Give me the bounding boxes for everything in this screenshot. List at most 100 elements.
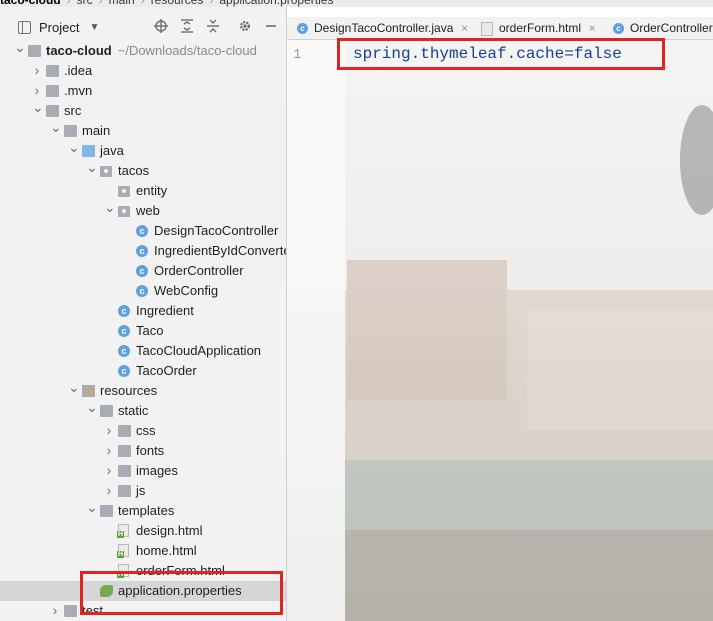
chevron-down-icon[interactable]: ⌄ xyxy=(104,200,116,221)
source-folder-icon xyxy=(82,145,95,157)
tree-item[interactable]: c TacoOrder xyxy=(0,361,286,381)
chevron-right-icon[interactable]: › xyxy=(104,441,114,461)
chevron-right-icon[interactable]: › xyxy=(104,481,114,501)
tree-item[interactable]: c WebConfig xyxy=(0,281,286,301)
tree-item[interactable]: c IngredientByIdConverter xyxy=(0,241,286,261)
tree-item[interactable]: c Ingredient xyxy=(0,301,286,321)
editor-pane[interactable]: 1 spring.thymeleaf.cache=false xyxy=(287,40,713,621)
tree-item-label: templates xyxy=(118,503,175,518)
resources-folder-icon xyxy=(82,385,95,397)
class-icon: c xyxy=(118,305,130,317)
chevron-down-icon[interactable]: ⌄ xyxy=(14,40,26,61)
tree-item[interactable]: ⌄ templates xyxy=(0,500,286,521)
tree-item[interactable]: ⌄ taco-cloud ~/Downloads/taco-cloud xyxy=(0,40,286,61)
locate-icon[interactable] xyxy=(152,17,170,35)
tree-item-label: OrderController xyxy=(154,263,244,278)
breadcrumb-item[interactable]: src xyxy=(77,0,93,7)
tree-item-text: IngredientByIdConverter xyxy=(154,241,286,261)
tree-item[interactable]: design.html xyxy=(0,521,286,541)
tree-item[interactable]: ⌄ static xyxy=(0,400,286,421)
collapse-all-icon[interactable] xyxy=(204,17,222,35)
tree-item-text: Taco xyxy=(136,321,163,341)
chevron-right-icon[interactable]: › xyxy=(104,421,114,441)
tree-item[interactable]: c TacoCloudApplication xyxy=(0,341,286,361)
tree-item[interactable]: ⌄ web xyxy=(0,200,286,221)
tree-item[interactable]: › css xyxy=(0,421,286,441)
tree-item-text: resources xyxy=(100,381,157,401)
project-panel: Project ▼ ⌄ taco-cloud ~/Downloads/taco-cl… xyxy=(0,7,287,621)
editor-tab[interactable]: orderForm.html × xyxy=(481,17,595,39)
tree-item-text: home.html xyxy=(136,541,197,561)
breadcrumb-item[interactable]: taco-cloud xyxy=(0,0,61,7)
project-panel-title[interactable]: Project xyxy=(39,20,79,35)
tree-item-label: main xyxy=(82,123,111,138)
chevron-right-icon[interactable]: › xyxy=(50,601,60,621)
tree-item-label: java xyxy=(100,143,124,158)
expand-all-icon[interactable] xyxy=(178,17,196,35)
highlight-code xyxy=(337,38,665,70)
chevron-down-icon[interactable]: ▼ xyxy=(89,22,99,33)
minimize-icon[interactable] xyxy=(262,17,280,35)
editor-tab[interactable]: c DesignTacoController.java × xyxy=(297,17,468,39)
tree-item-text: fonts xyxy=(136,441,164,461)
tree-item[interactable]: c Taco xyxy=(0,321,286,341)
tree-item-text: TacoOrder xyxy=(136,361,197,381)
breadcrumb-item[interactable]: resources xyxy=(151,0,204,7)
tree-item[interactable]: entity xyxy=(0,181,286,201)
tree-item[interactable]: ⌄ src xyxy=(0,100,286,121)
highlight-file xyxy=(80,571,283,615)
tree-item-text: web xyxy=(136,201,160,221)
tree-item[interactable]: home.html xyxy=(0,541,286,561)
breadcrumb-separator: › xyxy=(66,0,71,7)
gear-icon[interactable] xyxy=(236,17,254,35)
tree-item[interactable]: › .idea xyxy=(0,61,286,81)
tree-item-label: Ingredient xyxy=(136,303,194,318)
chevron-right-icon[interactable]: › xyxy=(32,81,42,101)
tree-item-label: static xyxy=(118,403,149,418)
chevron-down-icon[interactable]: ⌄ xyxy=(86,500,98,521)
tree-item[interactable]: › .mvn xyxy=(0,81,286,101)
breadcrumb-item[interactable]: application.properties xyxy=(219,0,333,7)
package-icon xyxy=(100,166,112,177)
close-icon[interactable]: × xyxy=(461,23,467,35)
folder-icon xyxy=(118,445,131,457)
folder-icon xyxy=(118,425,131,437)
tree-item-text: src xyxy=(64,101,81,121)
tree-item-label: design.html xyxy=(136,523,203,538)
tree-item[interactable]: c DesignTacoController xyxy=(0,221,286,241)
package-icon xyxy=(118,206,130,217)
tree-item-text: taco-cloud ~/Downloads/taco-cloud xyxy=(46,41,257,61)
line-gutter: 1 xyxy=(287,40,345,621)
chevron-right-icon[interactable]: › xyxy=(104,461,114,481)
chevron-right-icon[interactable]: › xyxy=(32,61,42,81)
tree-item-label: js xyxy=(136,483,146,498)
tree-item[interactable]: ⌄ main xyxy=(0,120,286,141)
tree-item-label: Taco xyxy=(136,323,164,338)
html-file-icon xyxy=(481,21,493,36)
tree-item[interactable]: › images xyxy=(0,461,286,481)
chevron-down-icon[interactable]: ⌄ xyxy=(68,140,80,161)
chevron-down-icon[interactable]: ⌄ xyxy=(86,400,98,421)
breadcrumb-item[interactable]: main xyxy=(109,0,135,7)
line-number: 1 xyxy=(293,47,302,63)
tree-item-text: DesignTacoController xyxy=(154,221,278,241)
tree-item[interactable]: ⌄ tacos xyxy=(0,160,286,181)
tree-item-text: TacoCloudApplication xyxy=(136,341,261,361)
tree-item[interactable]: c OrderController xyxy=(0,261,286,281)
chevron-down-icon[interactable]: ⌄ xyxy=(68,380,80,401)
chevron-down-icon[interactable]: ⌄ xyxy=(32,100,44,121)
tree-item[interactable]: ⌄ java xyxy=(0,140,286,161)
tree-item-label: DesignTacoController xyxy=(154,223,279,238)
tree-item[interactable]: › fonts xyxy=(0,441,286,461)
tree-item-label: TacoCloudApplication xyxy=(136,343,262,358)
close-icon[interactable]: × xyxy=(589,23,595,35)
project-path: ~/Downloads/taco-cloud xyxy=(117,43,257,58)
tree-item[interactable]: › js xyxy=(0,481,286,501)
class-icon: c xyxy=(136,285,148,297)
editor-tab[interactable]: c OrderController xyxy=(613,17,713,39)
tree-item-text: tacos xyxy=(118,161,149,181)
tree-item[interactable]: ⌄ resources xyxy=(0,380,286,401)
chevron-down-icon[interactable]: ⌄ xyxy=(50,120,62,141)
tree-item-label: entity xyxy=(136,183,168,198)
chevron-down-icon[interactable]: ⌄ xyxy=(86,160,98,181)
